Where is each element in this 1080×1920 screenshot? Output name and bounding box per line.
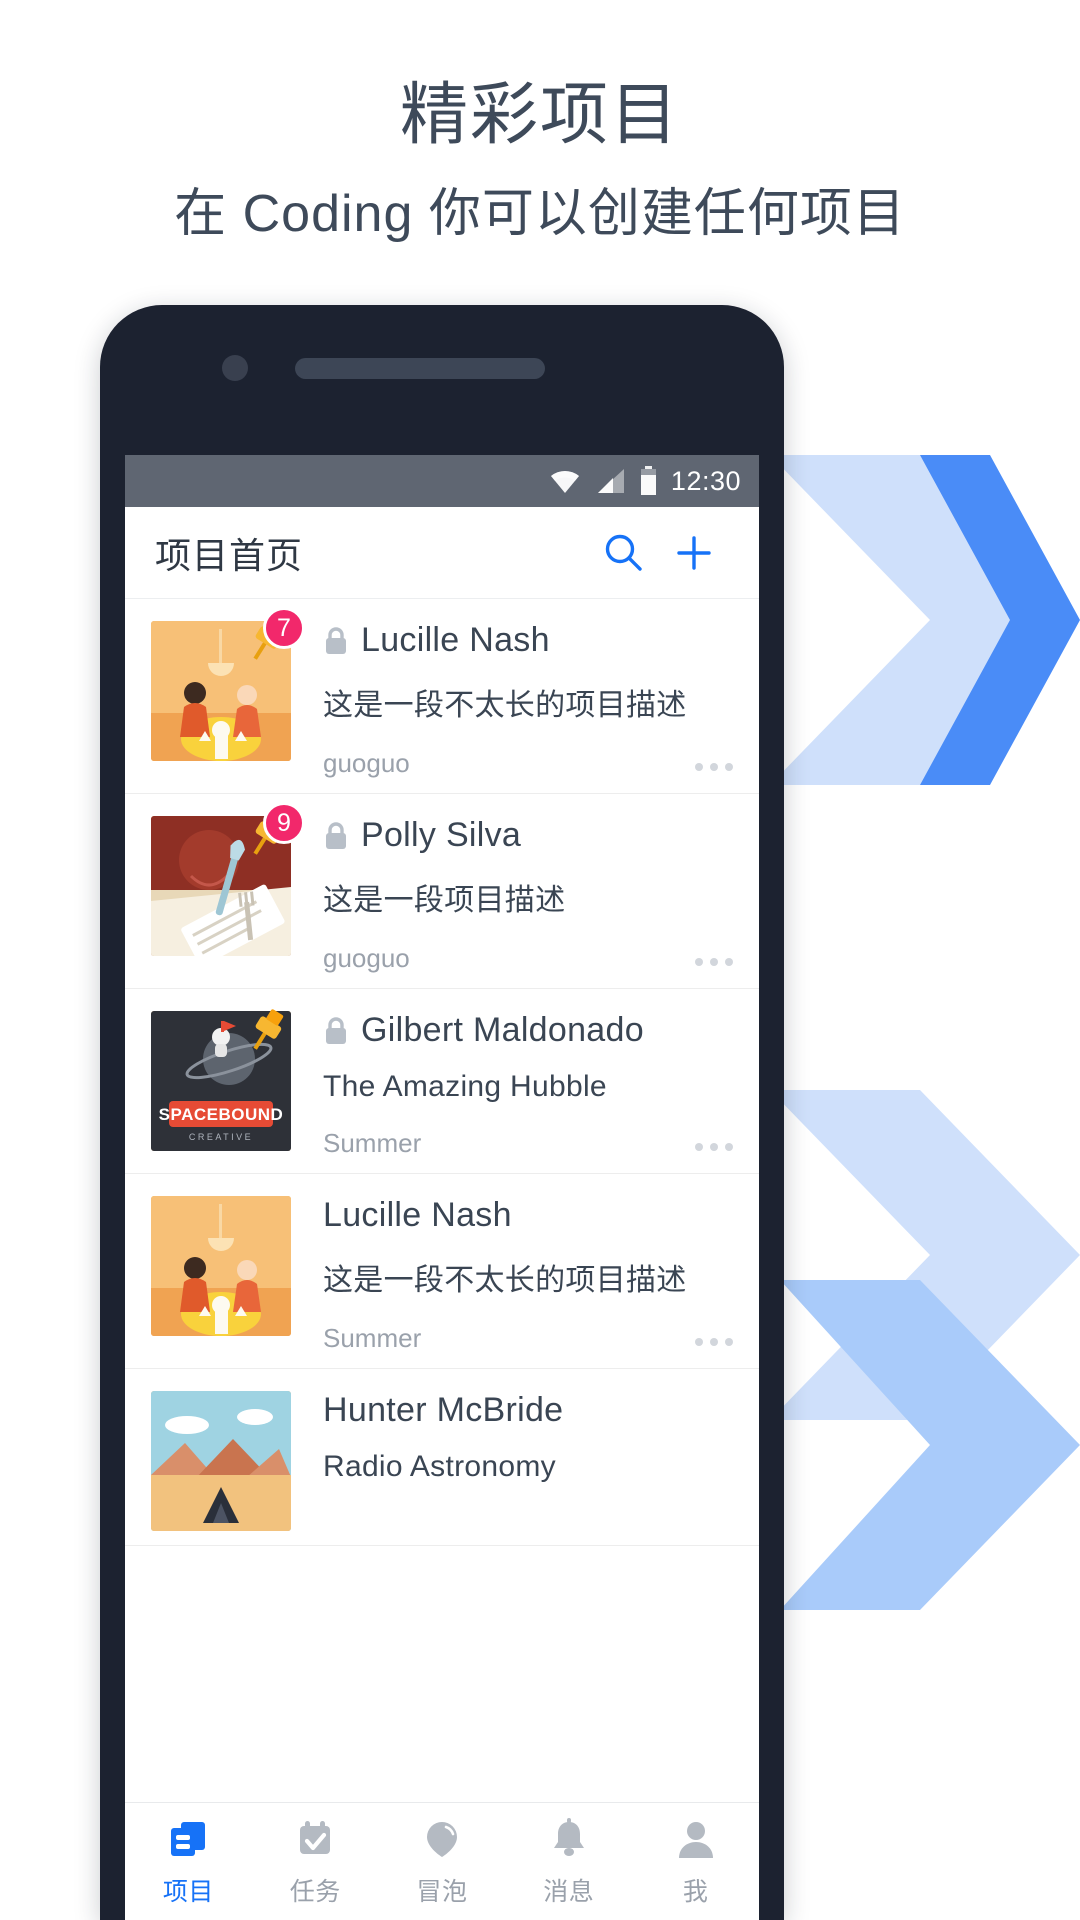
table-row[interactable]: Lucille Nash 这是一段不太长的项目描述 Summer — [125, 1174, 759, 1369]
table-row[interactable]: 7 Lucille Nash 这是一段不太长的项目描述 guoguo — [125, 599, 759, 794]
page-subtitle: 在 Coding 你可以创建任何项目 — [174, 184, 906, 243]
status-badge: 9 — [263, 802, 305, 844]
project-list[interactable]: 7 Lucille Nash 这是一段不太长的项目描述 guoguo 9 Pol… — [125, 599, 759, 1802]
bottom-navigation: 项目 任务 冒泡 消息 我 — [125, 1802, 759, 1920]
phone-mockup: 12:30 项目首页 7 Lucille Nash 这是一段不太长的项目描述 g… — [100, 305, 784, 1920]
hero-text-block: 精彩项目 在 Coding 你可以创建任何项目 — [0, 0, 1080, 245]
nav-label: 我 — [682, 1877, 709, 1906]
nav-label: 项目 — [162, 1877, 214, 1906]
project-description: The Amazing Hubble — [323, 1070, 607, 1103]
phone-top-bezel — [100, 305, 784, 455]
project-name-row: Lucille Nash — [323, 621, 733, 660]
bell-icon — [553, 1817, 584, 1856]
status-badge: 7 — [263, 607, 305, 649]
lock-icon — [326, 821, 346, 849]
search-button[interactable] — [589, 518, 659, 588]
nav-label: 消息 — [543, 1877, 595, 1906]
search-icon — [605, 534, 642, 571]
project-name-row: Gilbert Maldonado — [323, 1011, 733, 1050]
project-name: Polly Silva — [361, 816, 522, 854]
project-meta: Lucille Nash 这是一段不太长的项目描述 Summer — [291, 1196, 733, 1354]
project-meta: Hunter McBride Radio Astronomy — [291, 1391, 733, 1531]
project-owner: Summer — [323, 1323, 422, 1353]
project-name-row: Hunter McBride — [323, 1391, 733, 1430]
nav-item-projects[interactable]: 项目 — [125, 1816, 252, 1908]
svg-text:SPACEBOUND: SPACEBOUND — [159, 1105, 284, 1124]
app-bar: 项目首页 — [125, 507, 759, 599]
page-title: 精彩项目 — [399, 77, 680, 153]
project-name-row: Polly Silva — [323, 816, 733, 855]
project-meta: Lucille Nash 这是一段不太长的项目描述 guoguo — [291, 621, 733, 779]
app-bar-title: 项目首页 — [155, 534, 304, 576]
project-thumbnail — [151, 1196, 291, 1336]
project-name: Hunter McBride — [323, 1391, 564, 1429]
project-description: Radio Astronomy — [323, 1450, 556, 1483]
more-options-button[interactable] — [695, 1143, 733, 1151]
project-description: 这是一段不太长的项目描述 — [323, 689, 687, 722]
table-row[interactable]: Hunter McBride Radio Astronomy — [125, 1369, 759, 1546]
chevron-light-bottom — [780, 1280, 1080, 1610]
project-name: Lucille Nash — [361, 621, 550, 659]
bubble-icon — [426, 1821, 457, 1857]
status-bar: 12:30 — [125, 455, 759, 507]
project-thumbnail-wrap: 7 — [151, 607, 305, 761]
signal-icon — [597, 469, 624, 493]
battery-icon — [640, 466, 656, 495]
camera-icon — [222, 355, 248, 381]
nav-item-me[interactable]: 我 — [632, 1816, 759, 1908]
project-owner: guoguo — [323, 943, 410, 973]
plus-icon — [677, 535, 711, 570]
more-options-button[interactable] — [695, 763, 733, 771]
add-project-button[interactable] — [659, 518, 729, 588]
projects-icon — [171, 1821, 206, 1856]
more-options-button[interactable] — [695, 1338, 733, 1346]
table-row[interactable]: 9 Polly Silva 这是一段项目描述 guoguo — [125, 794, 759, 989]
project-description: 这是一段不太长的项目描述 — [323, 1264, 687, 1297]
project-name: Gilbert Maldonado — [361, 1011, 644, 1049]
lock-icon — [326, 1016, 346, 1044]
person-icon — [678, 1821, 713, 1858]
nav-item-bubble[interactable]: 冒泡 — [379, 1816, 506, 1908]
project-meta: Gilbert Maldonado The Amazing Hubble Sum… — [291, 1011, 733, 1159]
project-thumbnail-wrap — [151, 1391, 291, 1531]
nav-label: 冒泡 — [416, 1877, 468, 1906]
project-thumbnail — [151, 1391, 291, 1531]
nav-item-messages[interactable]: 消息 — [505, 1816, 632, 1908]
project-thumbnail-wrap: SPACEBOUND CREATIVE — [151, 1009, 291, 1151]
chevron-dark-top — [920, 455, 1080, 785]
speaker-grille — [295, 358, 545, 379]
project-thumbnail-wrap — [151, 1196, 291, 1336]
nav-label: 任务 — [289, 1877, 341, 1906]
project-owner: Summer — [323, 1128, 422, 1158]
phone-screen: 12:30 项目首页 7 Lucille Nash 这是一段不太长的项目描述 g… — [125, 455, 759, 1920]
status-bar-clock: 12:30 — [670, 465, 741, 496]
project-description: 这是一段项目描述 — [323, 884, 566, 917]
svg-text:CREATIVE: CREATIVE — [189, 1132, 253, 1142]
project-name: Lucille Nash — [323, 1196, 512, 1234]
lock-icon — [326, 626, 346, 654]
tasks-calendar-icon — [300, 1820, 331, 1854]
more-options-button[interactable] — [695, 958, 733, 966]
table-row[interactable]: SPACEBOUND CREATIVE Gilbert Maldonado Th… — [125, 989, 759, 1174]
pin-icon — [253, 1009, 284, 1050]
project-owner: guoguo — [323, 748, 410, 778]
nav-item-tasks[interactable]: 任务 — [252, 1816, 379, 1908]
project-thumbnail-wrap: 9 — [151, 802, 305, 956]
wifi-icon — [550, 470, 579, 493]
project-name-row: Lucille Nash — [323, 1196, 733, 1235]
project-meta: Polly Silva 这是一段项目描述 guoguo — [291, 816, 733, 974]
